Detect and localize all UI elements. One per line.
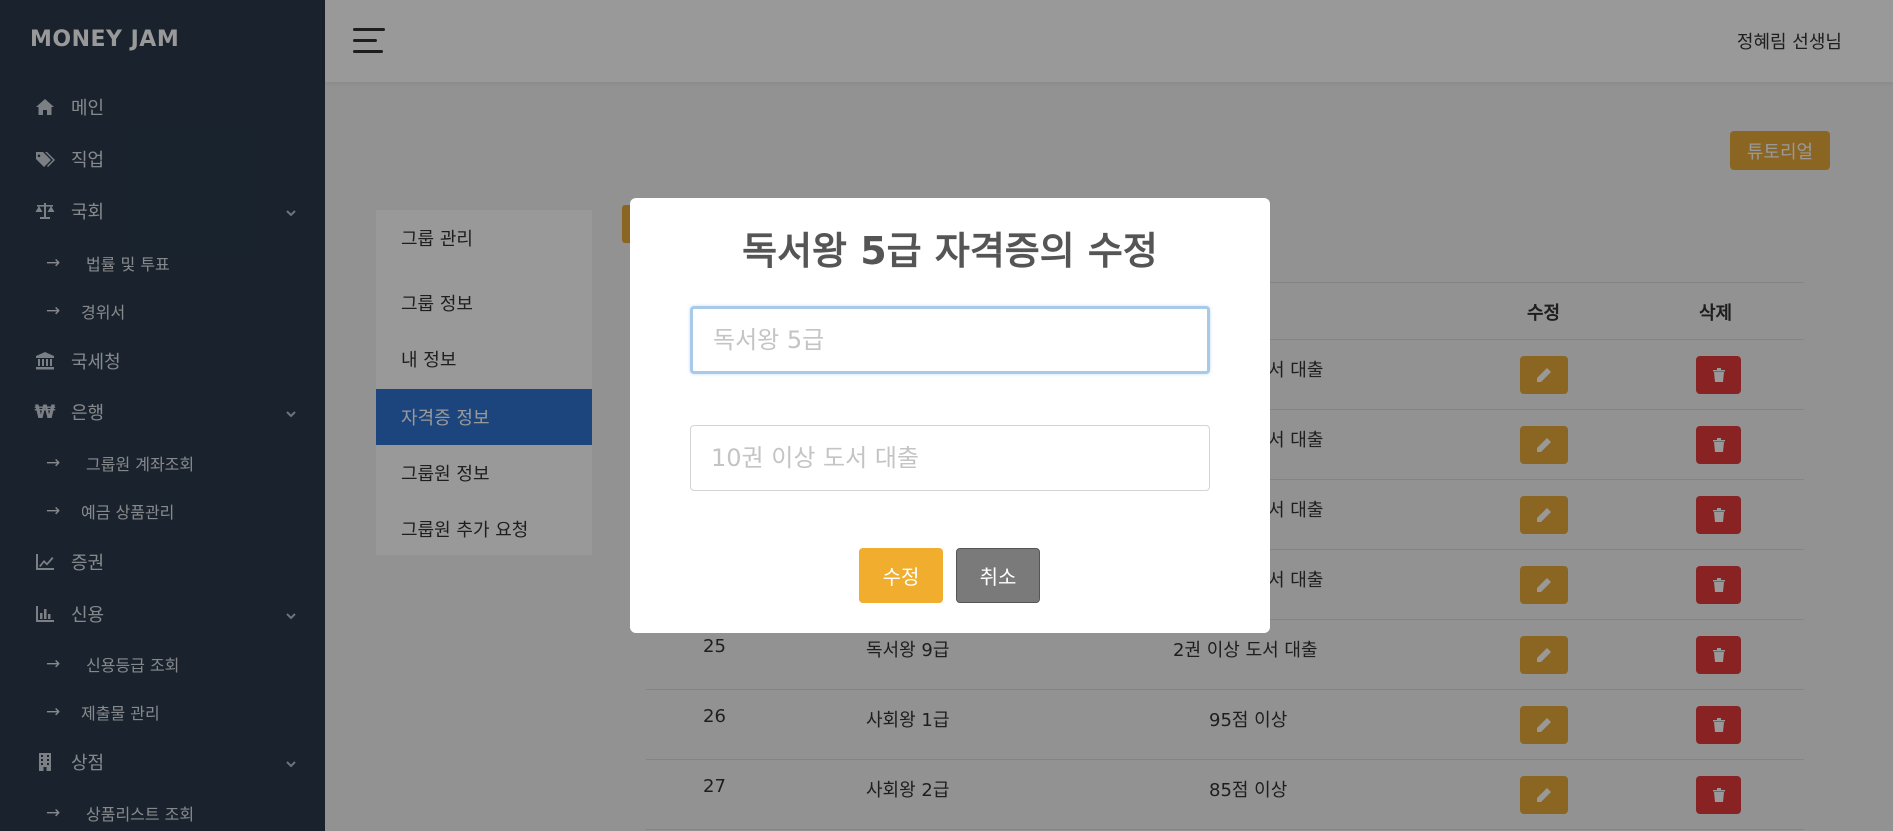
- edit-certificate-modal: 독서왕 5급 자격증의 수정 수정 취소: [630, 198, 1270, 633]
- certificate-name-input[interactable]: [690, 306, 1210, 374]
- cancel-button[interactable]: 취소: [956, 548, 1040, 603]
- save-button[interactable]: 수정: [859, 548, 943, 603]
- modal-title: 독서왕 5급 자격증의 수정: [742, 229, 1158, 273]
- certificate-condition-input[interactable]: [690, 425, 1210, 491]
